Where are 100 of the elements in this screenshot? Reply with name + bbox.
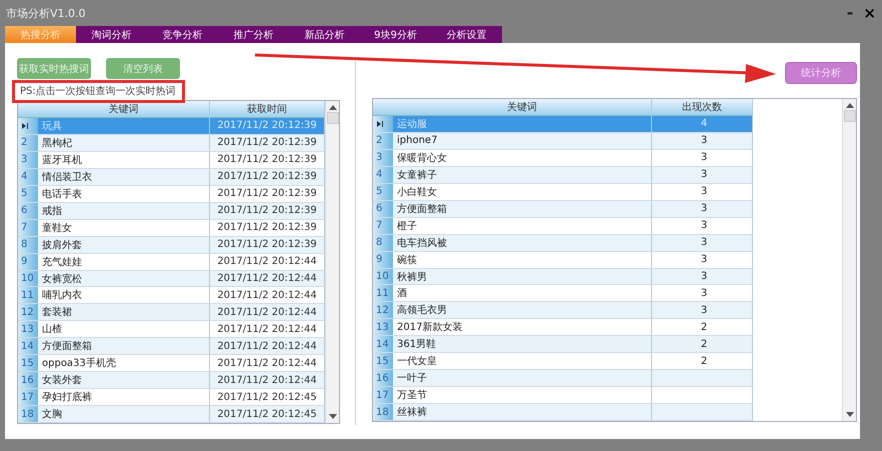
table-cell: 2017/11/2 20:12:44 (210, 355, 325, 372)
table-row[interactable]: 13 山楂 2017/11/2 20:12:44 (18, 321, 325, 338)
table-row[interactable]: 8 披肩外套 2017/11/2 20:12:39 (18, 236, 325, 254)
table-cell: 孕妇打底裤 (38, 389, 210, 406)
table-row[interactable]: 14 361男鞋 2 (373, 336, 842, 354)
table-row[interactable]: 10 秋裤男 3 (373, 268, 842, 286)
row-number: 9 (376, 254, 382, 266)
table-cell: 2 (652, 336, 753, 354)
row-number: 3 (21, 154, 28, 166)
scroll-up-icon[interactable] (328, 104, 336, 110)
row-number: 5 (21, 188, 28, 200)
table-cell: 橙子 (393, 218, 652, 235)
scrollbar[interactable] (842, 99, 856, 421)
table-cell: 361男鞋 (393, 336, 652, 354)
table-cell: 戒指 (38, 202, 210, 220)
table-cell: 4 (652, 116, 753, 133)
table-row[interactable]: 17 万圣节 (373, 387, 842, 404)
table-cell: 一叶子 (393, 370, 652, 388)
scroll-up-icon[interactable] (846, 102, 854, 108)
table-cell: 女装外套 (38, 372, 210, 390)
table-cell: 丝袜裤 (393, 404, 652, 421)
table-row[interactable]: 12 套装裙 2017/11/2 20:12:44 (18, 304, 325, 322)
table-row[interactable]: 9 碗筷 3 (373, 252, 842, 269)
table-cell: 方便面整箱 (393, 200, 652, 218)
table-cell: 电车挡风被 (393, 234, 652, 252)
table-cell: 2017/11/2 20:12:39 (210, 134, 325, 152)
table-cell: 充气娃娃 (38, 254, 210, 271)
table-row[interactable]: 3 蓝牙耳机 2017/11/2 20:12:39 (18, 152, 325, 169)
table-row[interactable]: 5 电话手表 2017/11/2 20:12:39 (18, 186, 325, 203)
row-number: 2 (376, 135, 382, 146)
table-cell: 酒 (393, 285, 652, 302)
minimize-button[interactable]: - (844, 6, 856, 20)
table-row[interactable]: 5 小白鞋女 3 (373, 184, 842, 201)
table-row[interactable]: 11 酒 3 (373, 285, 842, 302)
table-row[interactable]: 6 戒指 2017/11/2 20:12:39 (18, 202, 325, 220)
table-row[interactable]: 7 童鞋女 2017/11/2 20:12:39 (18, 220, 325, 237)
table-row[interactable]: 11 哺乳内衣 2017/11/2 20:12:44 (18, 287, 325, 304)
row-number: 10 (376, 271, 389, 282)
scroll-down-icon[interactable] (846, 412, 854, 418)
row-number: 10 (21, 273, 34, 284)
table-cell: 3 (652, 252, 753, 269)
table-row[interactable]: 4 情侣装卫衣 2017/11/2 20:12:39 (18, 168, 325, 186)
row-number: 13 (376, 322, 389, 333)
table-cell: 女裤宽松 (38, 270, 210, 288)
row-number: 8 (21, 239, 28, 250)
row-pointer-icon (21, 122, 29, 130)
table-row[interactable]: 6 方便面整箱 3 (373, 200, 842, 218)
table-cell: 2017新款女装 (393, 319, 652, 336)
row-number: 8 (376, 237, 382, 248)
row-number: 2 (21, 137, 28, 148)
table-row[interactable]: 9 充气娃娃 2017/11/2 20:12:44 (18, 254, 325, 271)
scrollbar[interactable] (325, 101, 339, 423)
table-row[interactable]: 13 2017新款女装 2 (373, 319, 842, 336)
table-cell: 女童裤子 (393, 166, 652, 184)
table-cell: 2017/11/2 20:12:39 (210, 236, 325, 254)
header-corner (373, 99, 393, 116)
table-row[interactable]: 2 iphone7 3 (373, 132, 842, 150)
table-cell: 2017/11/2 20:12:39 (210, 118, 325, 135)
table-row[interactable]: 16 一叶子 (373, 370, 842, 388)
row-number: 5 (376, 186, 382, 198)
row-number: 11 (21, 290, 34, 301)
table-cell: 情侣装卫衣 (38, 168, 210, 186)
row-number: 11 (376, 288, 389, 299)
table-cell: 2017/11/2 20:12:45 (210, 406, 325, 423)
column-header: 关键词 (38, 101, 210, 118)
window-title: 市场分析V1.0.0 (6, 6, 86, 20)
table-cell: 碗筷 (393, 252, 652, 269)
row-number: 14 (376, 338, 389, 350)
row-number: 15 (376, 356, 389, 367)
table-row[interactable]: 4 女童裤子 3 (373, 166, 842, 184)
table-row[interactable]: 15 一代女皇 2 (373, 353, 842, 370)
table-cell: 3 (652, 218, 753, 235)
table-cell: 保暖背心女 (393, 150, 652, 167)
table-row[interactable]: 16 女装外套 2017/11/2 20:12:44 (18, 372, 325, 390)
table-row[interactable]: 8 电车挡风被 3 (373, 234, 842, 252)
table-row[interactable]: 7 橙子 3 (373, 218, 842, 235)
table-row[interactable]: 14 方便面整箱 2017/11/2 20:12:44 (18, 338, 325, 356)
table-cell: 2017/11/2 20:12:39 (210, 186, 325, 203)
table-cell: 2017/11/2 20:12:44 (210, 254, 325, 271)
row-number: 18 (376, 406, 389, 418)
table-cell: 2 (652, 353, 753, 370)
table-cell: 童鞋女 (38, 220, 210, 237)
table-cell: 2 (652, 319, 753, 336)
row-number: 16 (376, 372, 389, 384)
table-row[interactable]: 2 黑枸杞 2017/11/2 20:12:39 (18, 134, 325, 152)
table-row[interactable]: 15 oppoa33手机壳 2017/11/2 20:12:44 (18, 355, 325, 372)
table-cell: 3 (652, 234, 753, 252)
table-row[interactable]: 10 女裤宽松 2017/11/2 20:12:44 (18, 270, 325, 288)
table-cell: oppoa33手机壳 (38, 355, 210, 372)
table-row[interactable]: 17 孕妇打底裤 2017/11/2 20:12:45 (18, 389, 325, 406)
scroll-thumb[interactable] (326, 112, 338, 124)
scroll-down-icon[interactable] (328, 414, 336, 420)
close-button[interactable]: × (861, 6, 878, 20)
table-cell: 高领毛衣男 (393, 302, 652, 320)
row-number: 14 (21, 340, 34, 352)
scroll-thumb[interactable] (844, 110, 856, 122)
table-row[interactable]: 3 保暖背心女 3 (373, 150, 842, 167)
table-row[interactable]: 18 丝袜裤 (373, 404, 842, 421)
table-row[interactable]: 18 文胸 2017/11/2 20:12:45 (18, 406, 325, 423)
table-row[interactable]: 12 高领毛衣男 3 (373, 302, 842, 320)
